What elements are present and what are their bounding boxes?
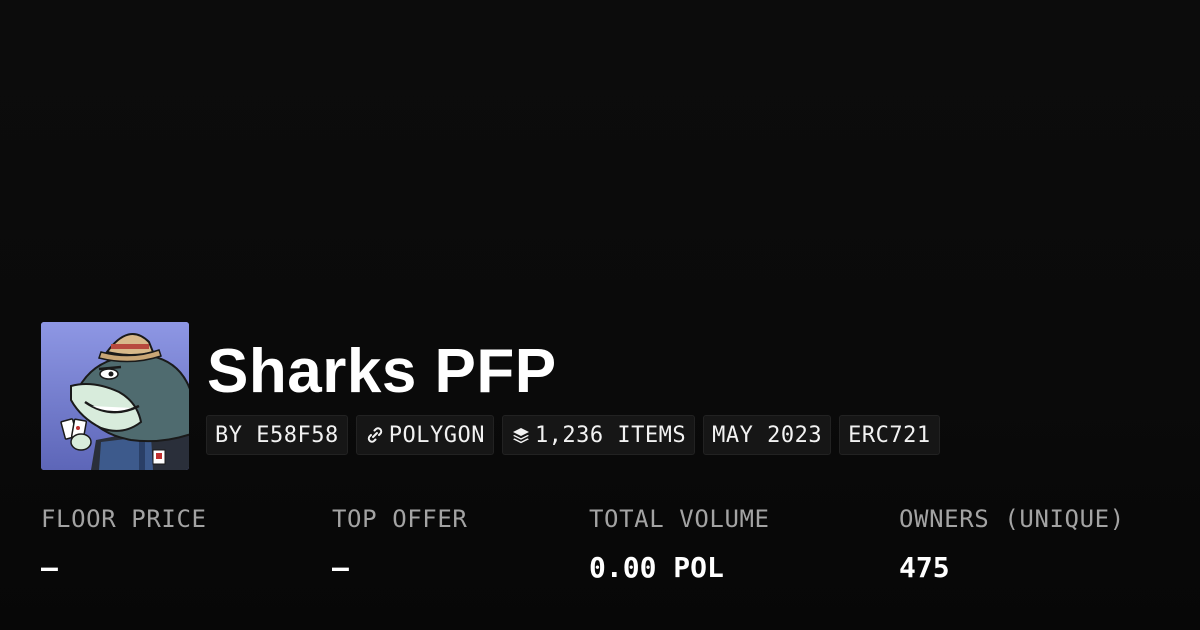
owners-value: 475 <box>899 551 950 584</box>
owners-label: OWNERS (UNIQUE) <box>899 505 1125 533</box>
chain-badge[interactable]: POLYGON <box>355 415 494 455</box>
floor-price-label: FLOOR PRICE <box>41 505 207 533</box>
shark-avatar-icon <box>41 322 189 470</box>
date-label: MAY 2023 <box>712 422 823 448</box>
items-badge[interactable]: 1,236 ITEMS <box>501 415 696 455</box>
collection-title: Sharks PFP <box>207 337 557 406</box>
standard-badge: ERC721 <box>839 415 940 455</box>
total-volume-label: TOTAL VOLUME <box>589 505 770 533</box>
collection-avatar <box>41 322 189 470</box>
standard-label: ERC721 <box>848 422 931 448</box>
top-offer-label: TOP OFFER <box>332 505 468 533</box>
owners-stat: OWNERS (UNIQUE) 475 <box>899 505 1125 584</box>
items-label: 1,236 ITEMS <box>534 422 687 448</box>
creator-label: BY E58F58 <box>215 422 339 448</box>
link-icon <box>365 425 385 445</box>
layers-icon <box>511 425 531 445</box>
date-badge: MAY 2023 <box>703 415 832 455</box>
chain-label: POLYGON <box>388 422 485 448</box>
top-offer-value: – <box>332 551 349 584</box>
top-offer-stat: TOP OFFER – <box>332 505 467 584</box>
total-volume-stat: TOTAL VOLUME 0.00 POL <box>589 505 770 584</box>
total-volume-value: 0.00 POL <box>589 551 724 584</box>
floor-price-stat: FLOOR PRICE – <box>41 505 207 584</box>
collection-badges: BY E58F58 POLYGON 1,236 ITEMS MAY 2023 E… <box>206 415 940 455</box>
floor-price-value: – <box>41 551 58 584</box>
creator-badge[interactable]: BY E58F58 <box>206 415 348 455</box>
